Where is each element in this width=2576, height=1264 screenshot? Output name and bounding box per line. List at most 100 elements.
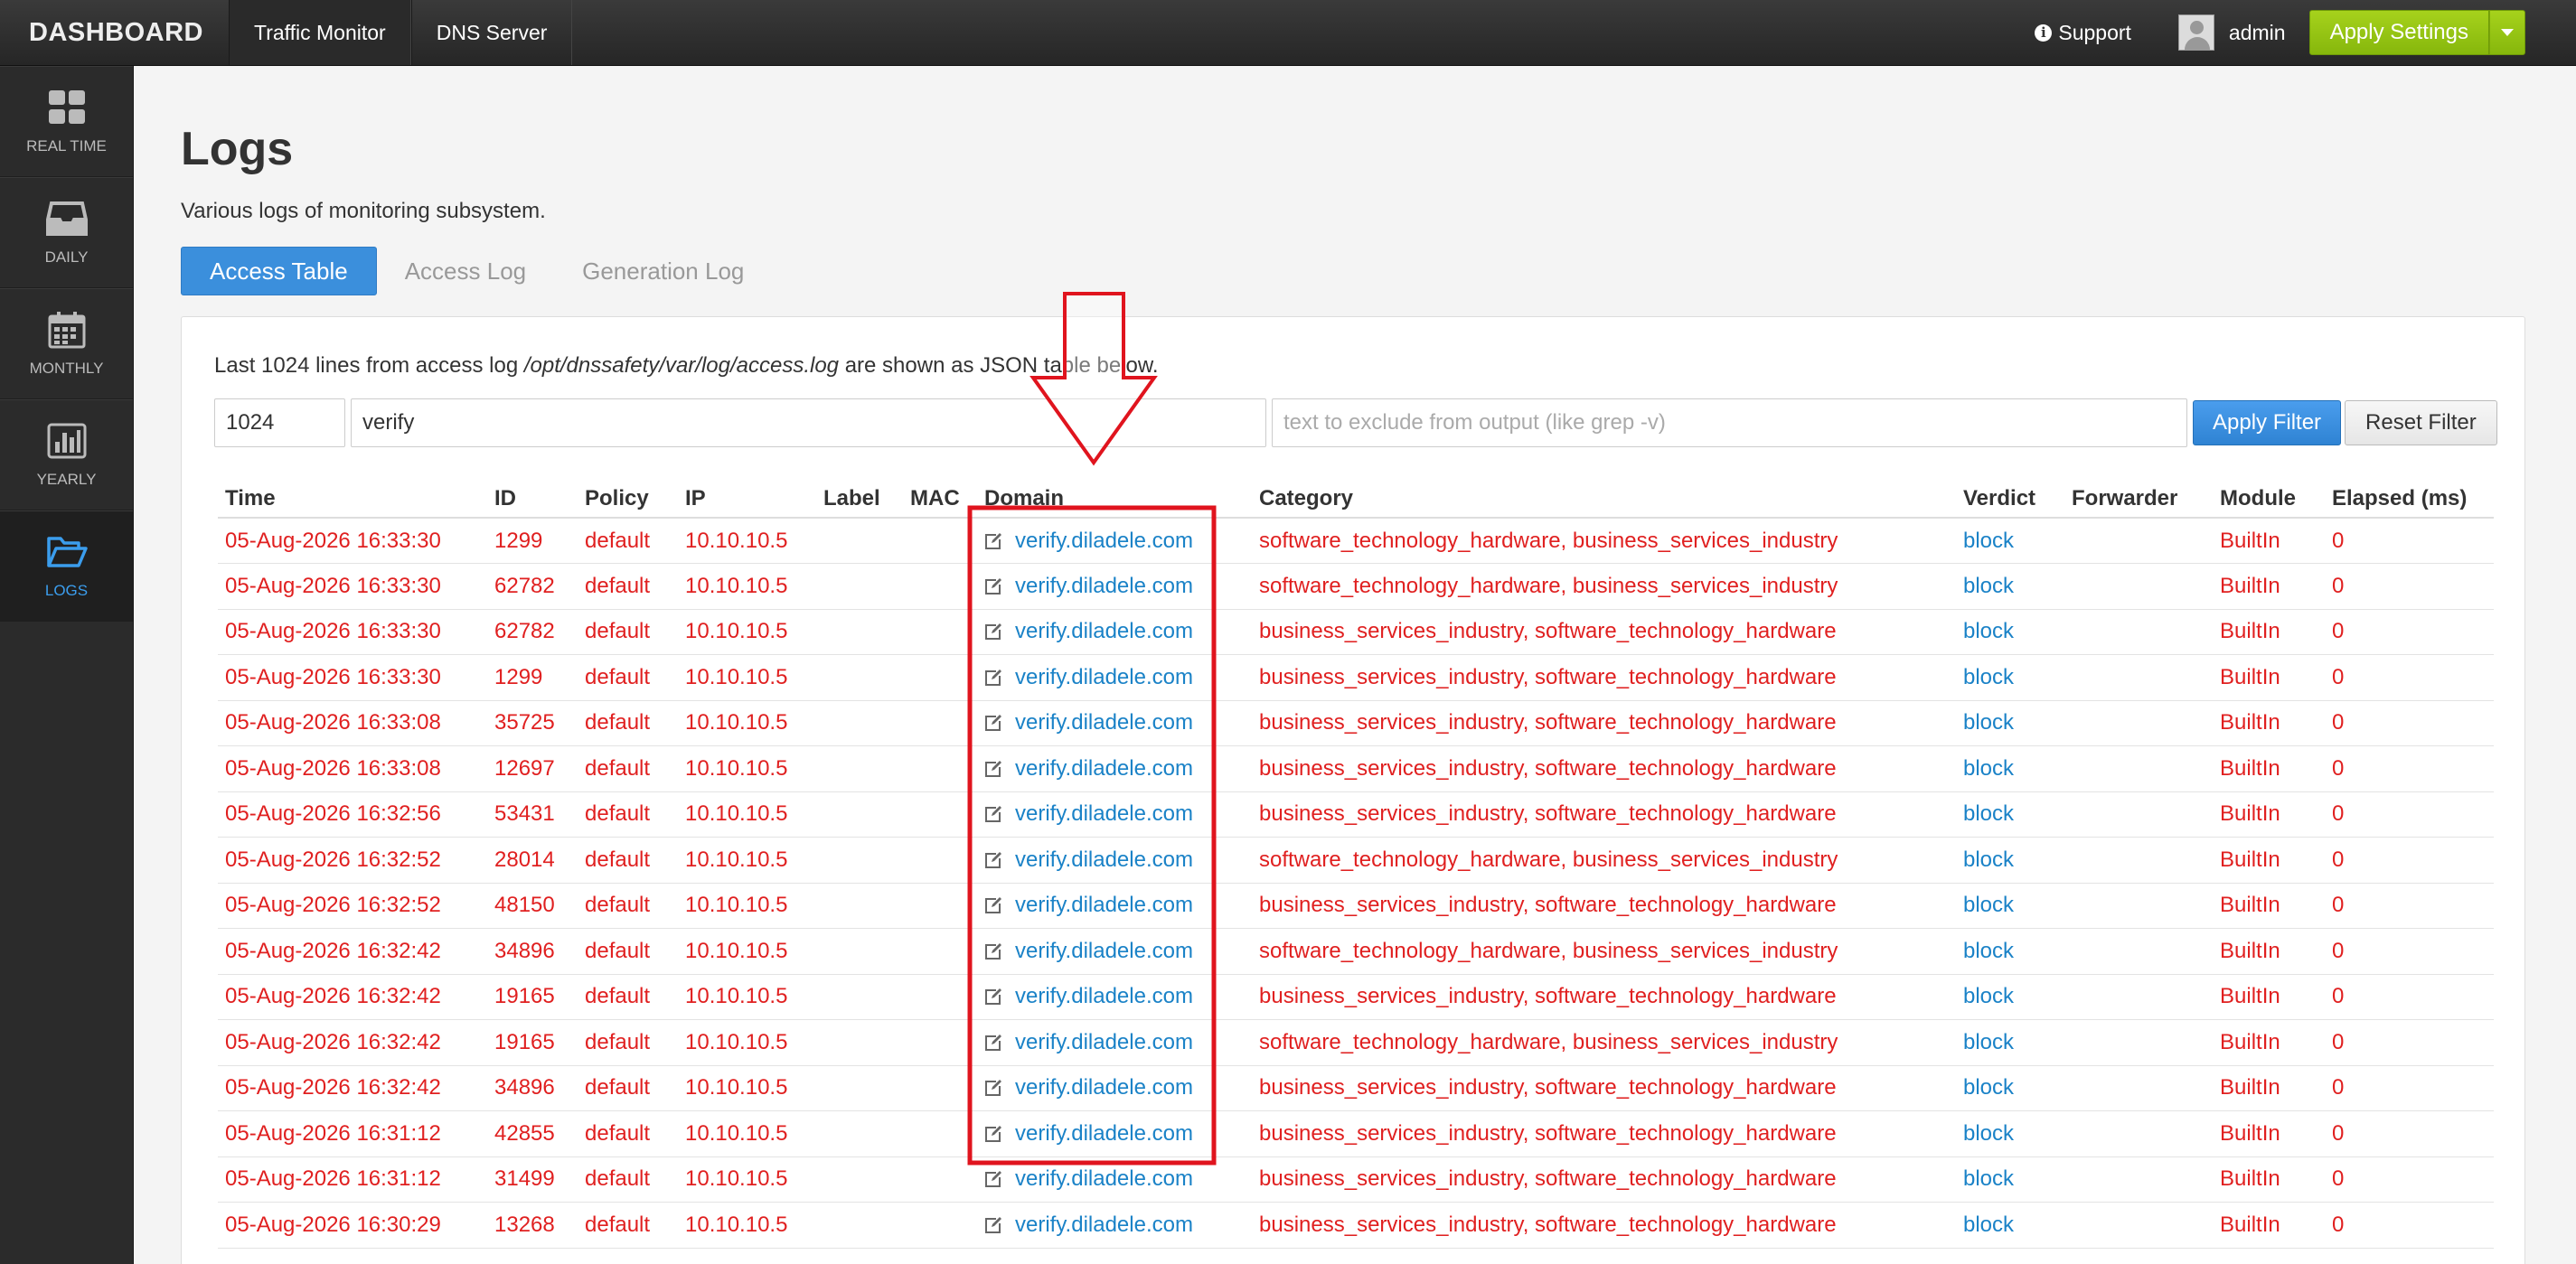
edit-icon[interactable] bbox=[984, 714, 1002, 732]
edit-icon[interactable] bbox=[984, 988, 1002, 1006]
domain-cell[interactable]: verify.diladele.com bbox=[984, 1075, 1245, 1100]
cell-verdict[interactable]: block bbox=[1956, 518, 2064, 564]
apply-settings-button[interactable]: Apply Settings bbox=[2308, 10, 2489, 55]
cell-verdict[interactable]: block bbox=[1956, 791, 2064, 838]
cell-domain[interactable]: verify.diladele.com bbox=[977, 1065, 1252, 1111]
cell-domain[interactable]: verify.diladele.com bbox=[977, 837, 1252, 884]
domain-cell[interactable]: verify.diladele.com bbox=[984, 801, 1245, 827]
cell-domain[interactable]: verify.diladele.com bbox=[977, 791, 1252, 838]
lines-count-input[interactable]: 1024 bbox=[214, 398, 345, 447]
domain-link[interactable]: verify.diladele.com bbox=[1015, 756, 1193, 782]
cell-domain[interactable]: verify.diladele.com bbox=[977, 654, 1252, 701]
edit-icon[interactable] bbox=[984, 1125, 1002, 1143]
brand-logo[interactable]: DASHBOARD bbox=[0, 0, 229, 65]
domain-link[interactable]: verify.diladele.com bbox=[1015, 1075, 1193, 1100]
apply-settings-dropdown-caret[interactable] bbox=[2489, 10, 2525, 55]
cell-verdict[interactable]: block bbox=[1956, 837, 2064, 884]
domain-cell[interactable]: verify.diladele.com bbox=[984, 529, 1245, 554]
cell-domain[interactable]: verify.diladele.com bbox=[977, 1156, 1252, 1203]
cell-verdict[interactable]: block bbox=[1956, 609, 2064, 655]
col-id[interactable]: ID bbox=[487, 474, 578, 519]
tab-access-log[interactable]: Access Log bbox=[377, 247, 554, 295]
cell-verdict[interactable]: block bbox=[1956, 654, 2064, 701]
support-link[interactable]: i Support bbox=[2035, 21, 2131, 45]
cell-verdict[interactable]: block bbox=[1956, 563, 2064, 610]
domain-cell[interactable]: verify.diladele.com bbox=[984, 1166, 1245, 1192]
col-policy[interactable]: Policy bbox=[578, 474, 678, 519]
cell-verdict[interactable]: block bbox=[1956, 928, 2064, 975]
domain-link[interactable]: verify.diladele.com bbox=[1015, 801, 1193, 827]
col-domain[interactable]: Domain bbox=[977, 474, 1252, 519]
domain-link[interactable]: verify.diladele.com bbox=[1015, 665, 1193, 690]
cell-domain[interactable]: verify.diladele.com bbox=[977, 928, 1252, 975]
tab-access-table[interactable]: Access Table bbox=[181, 247, 377, 295]
nav-traffic-monitor[interactable]: Traffic Monitor bbox=[229, 0, 411, 65]
sidebar-item-daily[interactable]: DAILY bbox=[0, 177, 133, 288]
cell-domain[interactable]: verify.diladele.com bbox=[977, 1202, 1252, 1249]
col-time[interactable]: Time bbox=[218, 474, 487, 519]
edit-icon[interactable] bbox=[984, 851, 1002, 869]
edit-icon[interactable] bbox=[984, 532, 1002, 550]
cell-domain[interactable]: verify.diladele.com bbox=[977, 974, 1252, 1020]
cell-verdict[interactable]: block bbox=[1956, 974, 2064, 1020]
domain-cell[interactable]: verify.diladele.com bbox=[984, 847, 1245, 873]
cell-domain[interactable]: verify.diladele.com bbox=[977, 609, 1252, 655]
domain-cell[interactable]: verify.diladele.com bbox=[984, 984, 1245, 1009]
domain-cell[interactable]: verify.diladele.com bbox=[984, 710, 1245, 735]
cell-domain[interactable]: verify.diladele.com bbox=[977, 518, 1252, 564]
reset-filter-button[interactable]: Reset Filter bbox=[2345, 400, 2497, 445]
col-category[interactable]: Category bbox=[1252, 474, 1956, 519]
cell-domain[interactable]: verify.diladele.com bbox=[977, 883, 1252, 929]
edit-icon[interactable] bbox=[984, 669, 1002, 687]
domain-link[interactable]: verify.diladele.com bbox=[1015, 1213, 1193, 1238]
apply-filter-button[interactable]: Apply Filter bbox=[2193, 400, 2342, 445]
edit-icon[interactable] bbox=[984, 1079, 1002, 1097]
nav-dns-server[interactable]: DNS Server bbox=[410, 0, 573, 65]
cell-verdict[interactable]: block bbox=[1956, 1065, 2064, 1111]
edit-icon[interactable] bbox=[984, 805, 1002, 823]
cell-domain[interactable]: verify.diladele.com bbox=[977, 1019, 1252, 1066]
domain-link[interactable]: verify.diladele.com bbox=[1015, 1030, 1193, 1055]
tab-generation-log[interactable]: Generation Log bbox=[554, 247, 772, 295]
edit-icon[interactable] bbox=[984, 760, 1002, 778]
domain-link[interactable]: verify.diladele.com bbox=[1015, 893, 1193, 918]
col-verdict[interactable]: Verdict bbox=[1956, 474, 2064, 519]
cell-verdict[interactable]: block bbox=[1956, 1110, 2064, 1157]
col-mac[interactable]: MAC bbox=[903, 474, 977, 519]
cell-domain[interactable]: verify.diladele.com bbox=[977, 700, 1252, 746]
cell-verdict[interactable]: block bbox=[1956, 1156, 2064, 1203]
domain-cell[interactable]: verify.diladele.com bbox=[984, 756, 1245, 782]
cell-domain[interactable]: verify.diladele.com bbox=[977, 1110, 1252, 1157]
domain-link[interactable]: verify.diladele.com bbox=[1015, 710, 1193, 735]
exclude-input[interactable]: text to exclude from output (like grep -… bbox=[1272, 398, 2187, 447]
domain-cell[interactable]: verify.diladele.com bbox=[984, 1121, 1245, 1147]
domain-cell[interactable]: verify.diladele.com bbox=[984, 939, 1245, 964]
filter-input[interactable]: verify bbox=[351, 398, 1266, 447]
sidebar-item-real-time[interactable]: REAL TIME bbox=[0, 66, 133, 177]
domain-link[interactable]: verify.diladele.com bbox=[1015, 619, 1193, 644]
edit-icon[interactable] bbox=[984, 623, 1002, 641]
col-ip[interactable]: IP bbox=[678, 474, 816, 519]
edit-icon[interactable] bbox=[984, 896, 1002, 914]
domain-link[interactable]: verify.diladele.com bbox=[1015, 574, 1193, 599]
domain-link[interactable]: verify.diladele.com bbox=[1015, 984, 1193, 1009]
user-menu[interactable]: admin bbox=[2177, 14, 2286, 51]
col-label[interactable]: Label bbox=[816, 474, 903, 519]
edit-icon[interactable] bbox=[984, 1170, 1002, 1188]
edit-icon[interactable] bbox=[984, 942, 1002, 960]
domain-link[interactable]: verify.diladele.com bbox=[1015, 529, 1193, 554]
sidebar-item-yearly[interactable]: YEARLY bbox=[0, 399, 133, 510]
domain-cell[interactable]: verify.diladele.com bbox=[984, 574, 1245, 599]
sidebar-item-monthly[interactable]: MONTHLY bbox=[0, 288, 133, 399]
edit-icon[interactable] bbox=[984, 1216, 1002, 1234]
domain-cell[interactable]: verify.diladele.com bbox=[984, 893, 1245, 918]
domain-cell[interactable]: verify.diladele.com bbox=[984, 665, 1245, 690]
col-module[interactable]: Module bbox=[2213, 474, 2325, 519]
cell-verdict[interactable]: block bbox=[1956, 1019, 2064, 1066]
domain-link[interactable]: verify.diladele.com bbox=[1015, 1166, 1193, 1192]
cell-verdict[interactable]: block bbox=[1956, 745, 2064, 792]
col-forwarder[interactable]: Forwarder bbox=[2064, 474, 2213, 519]
domain-cell[interactable]: verify.diladele.com bbox=[984, 1030, 1245, 1055]
edit-icon[interactable] bbox=[984, 577, 1002, 595]
cell-domain[interactable]: verify.diladele.com bbox=[977, 563, 1252, 610]
